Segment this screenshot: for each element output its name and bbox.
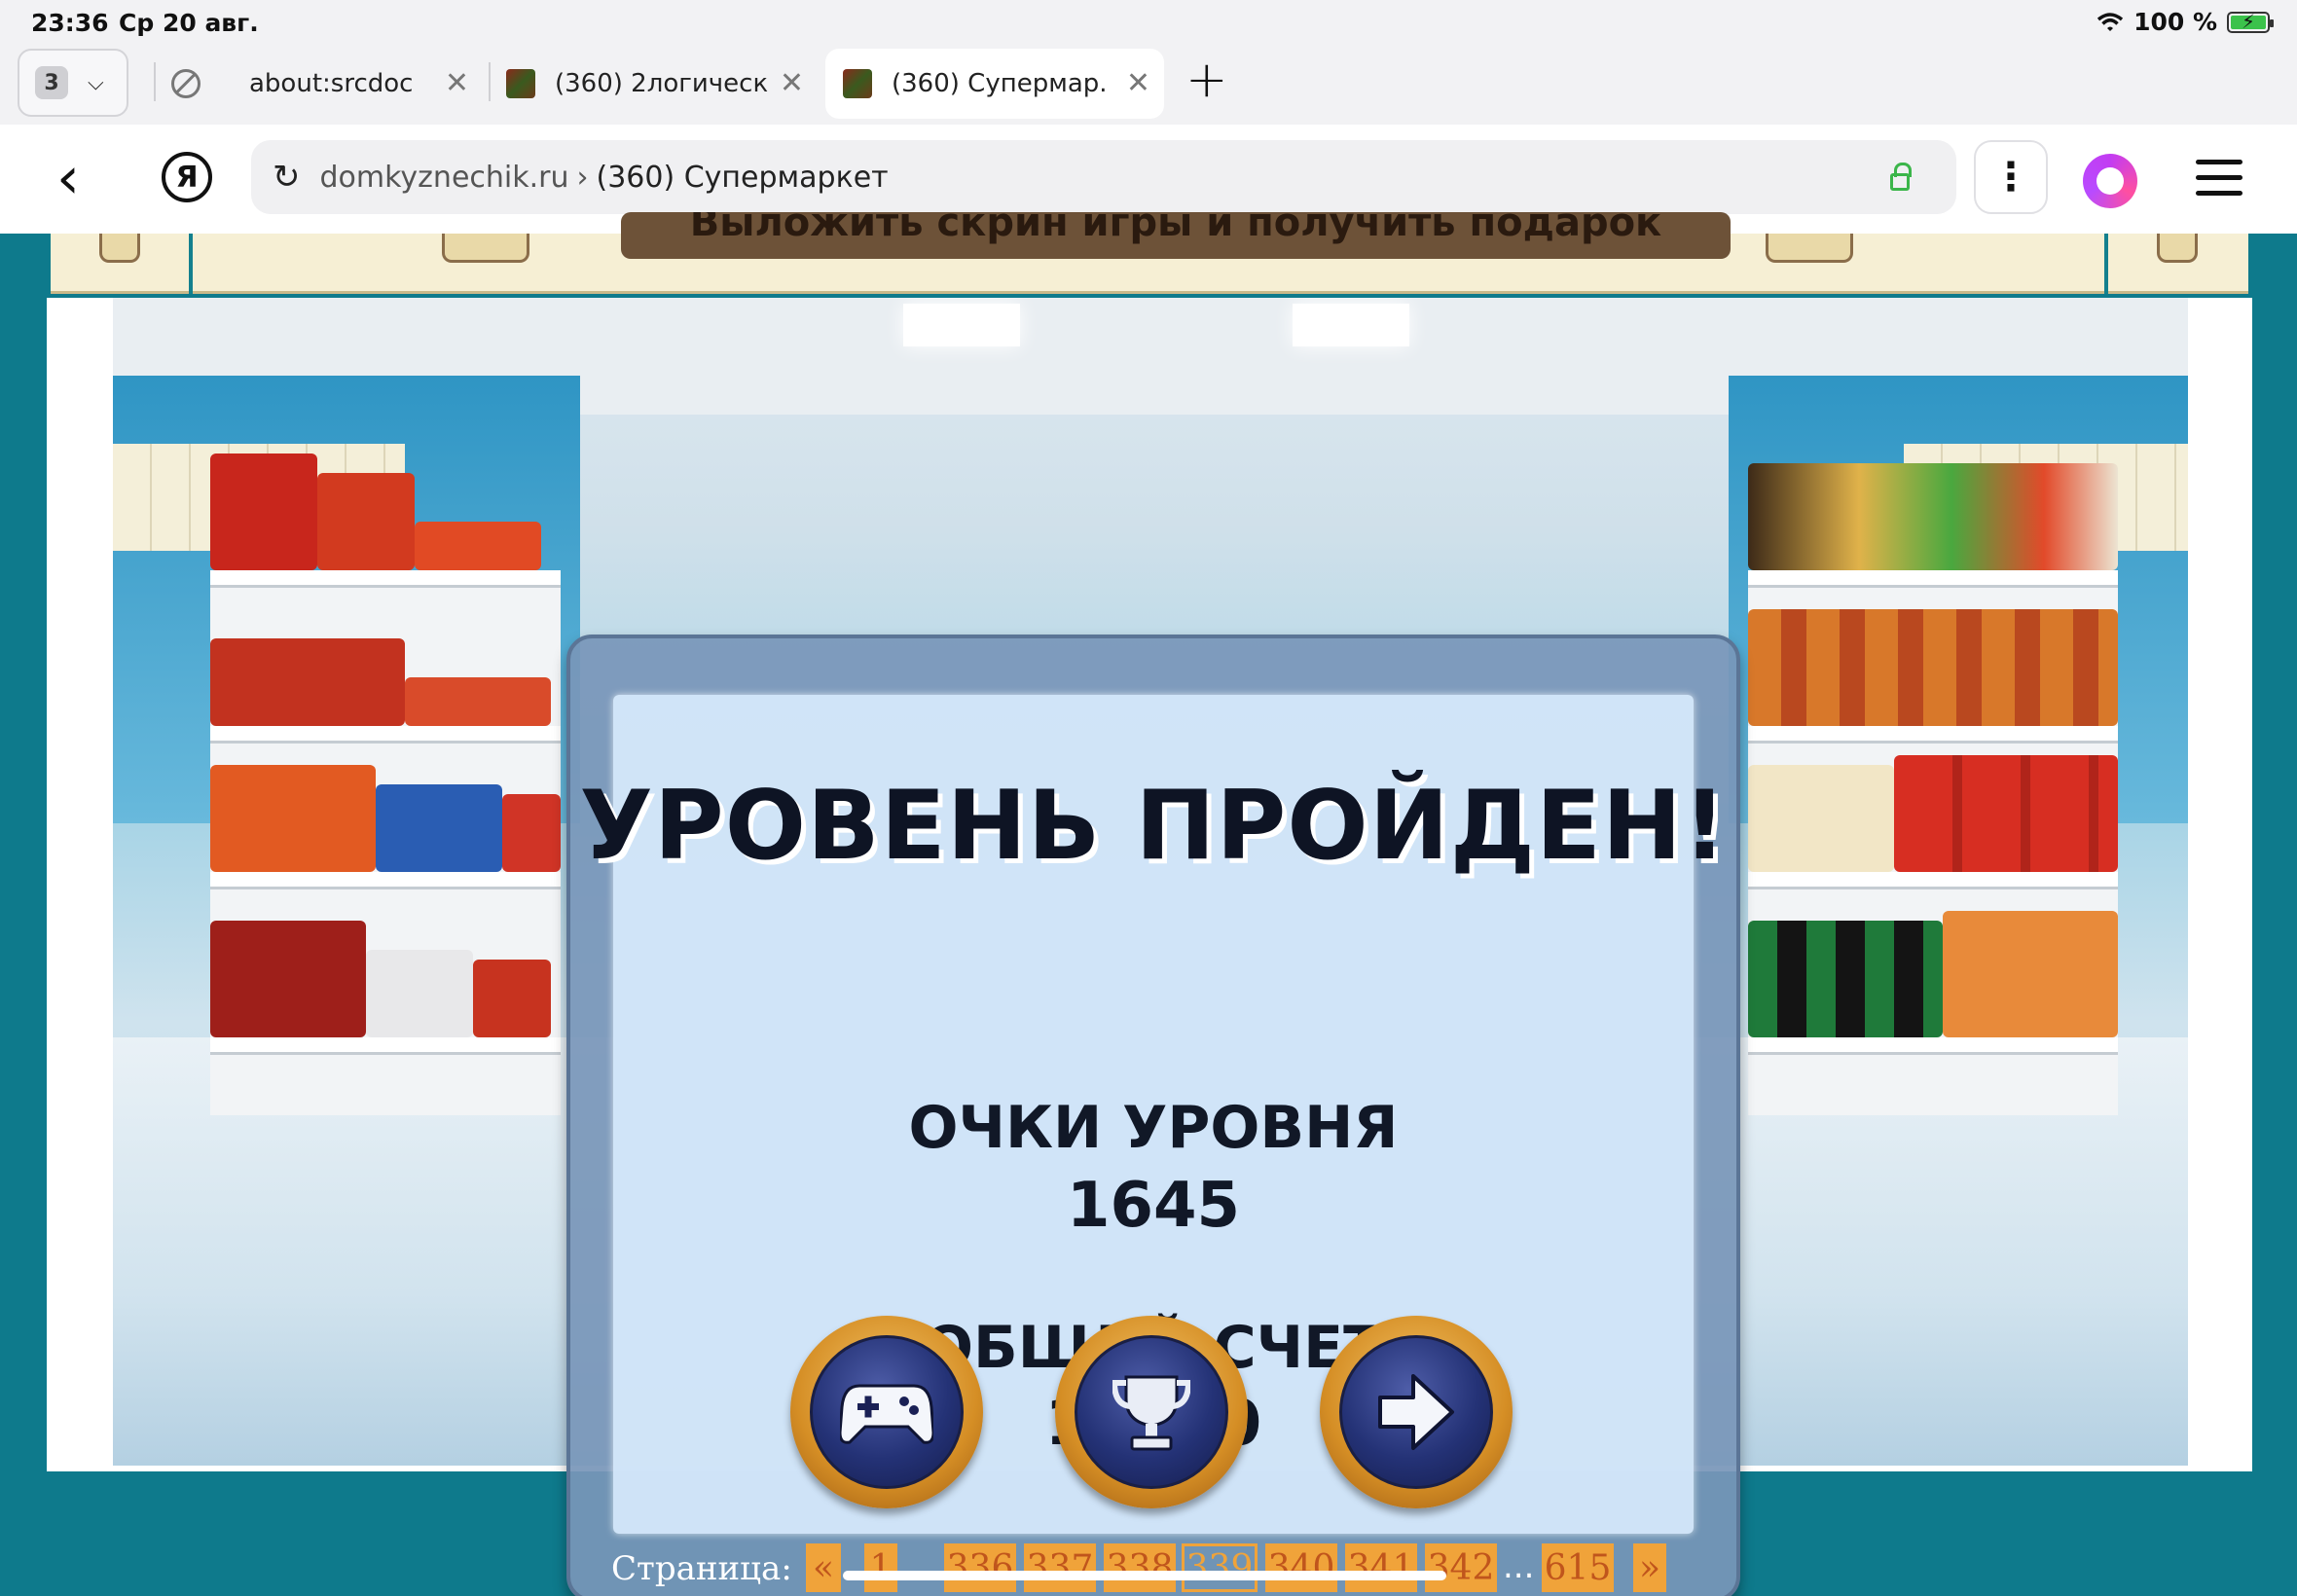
pagination-prev[interactable]: « — [806, 1543, 841, 1592]
level-score-label: ОЧКИ УРОВНЯ — [908, 1094, 1399, 1162]
pagination-next[interactable]: » — [1633, 1543, 1666, 1592]
promo-banner-button[interactable]: Выложить скрин игры и получить подарок — [621, 212, 1731, 259]
play-again-button[interactable] — [790, 1316, 983, 1508]
more-menu-icon[interactable]: ⋮ — [1974, 140, 2048, 214]
site-favicon — [843, 69, 872, 98]
next-level-button[interactable] — [1320, 1316, 1513, 1508]
new-tab-icon[interactable]: + — [1185, 51, 1228, 109]
pagination: Страница: « 1 336 337 338 339 340 341 34… — [0, 1542, 2297, 1596]
pagination-current-page: 339 — [1182, 1543, 1258, 1592]
address-bar[interactable]: ↻ domkyznechik.ru › (360) Супермаркет — [251, 140, 1956, 214]
ceiling-lamp — [903, 304, 1020, 346]
wifi-icon — [2096, 12, 2124, 31]
status-time: 23:36 — [31, 9, 109, 37]
promo-banner: Выложить скрин игры и получить подарок — [51, 212, 2248, 294]
tab-supermarket[interactable]: (360) Супермар... ✕ — [825, 49, 1164, 119]
tab-count-button[interactable]: 3 ⌵ — [18, 49, 128, 117]
banner-ornament — [1766, 234, 1853, 263]
chevron-down-icon: ⌵ — [88, 70, 104, 95]
back-icon[interactable]: ‹ — [56, 144, 80, 212]
reload-icon[interactable]: ↻ — [273, 158, 301, 197]
pagination-page[interactable]: 336 — [944, 1543, 1016, 1592]
banner-ornament — [2157, 234, 2198, 263]
dialog-title: УРОВЕНЬ ПРОЙДЕН! — [579, 771, 1728, 882]
gamepad-icon — [840, 1384, 933, 1444]
tab-divider — [154, 62, 156, 101]
leaderboard-button[interactable] — [1055, 1316, 1248, 1508]
battery-percent: 100 % — [2133, 8, 2217, 36]
tab-divider — [489, 62, 491, 101]
page-content: Выложить скрин игры и получить подарок У… — [0, 212, 2297, 1596]
status-right: 100 % ⚡ — [2096, 8, 2274, 36]
pagination-ellipsis: ... — [1503, 1547, 1535, 1586]
yandex-icon[interactable]: Я — [162, 152, 212, 202]
pagination-page[interactable]: 338 — [1104, 1543, 1176, 1592]
promo-banner-text: Выложить скрин игры и получить подарок — [689, 212, 1662, 245]
home-indicator[interactable] — [843, 1571, 1446, 1580]
url-separator: › — [576, 160, 589, 195]
tab-label: (360) 2логическ... — [555, 69, 769, 98]
hamburger-menu-icon[interactable] — [2196, 160, 2242, 206]
level-score-value: 1645 — [1066, 1170, 1241, 1242]
url-domain: domkyznechik.ru — [319, 160, 569, 195]
status-bar: 23:36 Ср 20 авг. 100 % ⚡ — [0, 0, 2297, 45]
close-icon[interactable]: ✕ — [445, 66, 469, 100]
status-date: Ср 20 авг. — [119, 9, 259, 37]
battery-icon: ⚡ — [2227, 10, 2274, 33]
tab-strip: 3 ⌵ about:srcdoc ✕ (360) 2логическ... ✕ … — [0, 45, 2297, 125]
right-shelf — [1748, 463, 2118, 1115]
pagination-first[interactable]: 1 — [864, 1543, 897, 1592]
left-shelf — [210, 453, 561, 1115]
pagination-page[interactable]: 337 — [1024, 1543, 1096, 1592]
pagination-label: Страница: — [611, 1549, 792, 1588]
banner-ornament — [99, 234, 140, 263]
alice-assistant-icon[interactable] — [2083, 154, 2137, 208]
arrow-right-icon — [1378, 1374, 1454, 1450]
tab-label: about:srcdoc — [249, 69, 414, 98]
tab-srcdoc[interactable]: about:srcdoc ✕ — [171, 49, 483, 119]
banner-divider — [2104, 234, 2108, 294]
lock-icon[interactable] — [1890, 163, 1912, 191]
tab-count: 3 — [35, 66, 68, 99]
pagination-page[interactable]: 341 — [1345, 1543, 1417, 1592]
banner-ornament — [442, 234, 529, 263]
site-favicon — [506, 69, 535, 98]
ceiling-lamp — [1293, 304, 1409, 346]
blocked-icon — [171, 69, 201, 98]
pagination-page[interactable]: 340 — [1265, 1543, 1337, 1592]
trophy-icon — [1112, 1375, 1190, 1451]
tab-logic[interactable]: (360) 2логическ... ✕ — [506, 49, 818, 119]
banner-divider — [189, 234, 193, 294]
pagination-page[interactable]: 342 — [1425, 1543, 1497, 1592]
close-icon[interactable]: ✕ — [1126, 66, 1150, 100]
tab-label: (360) Супермар... — [892, 69, 1106, 98]
close-icon[interactable]: ✕ — [780, 66, 804, 100]
pagination-last[interactable]: 615 — [1542, 1543, 1614, 1592]
url-page-title: (360) Супермаркет — [596, 160, 889, 195]
